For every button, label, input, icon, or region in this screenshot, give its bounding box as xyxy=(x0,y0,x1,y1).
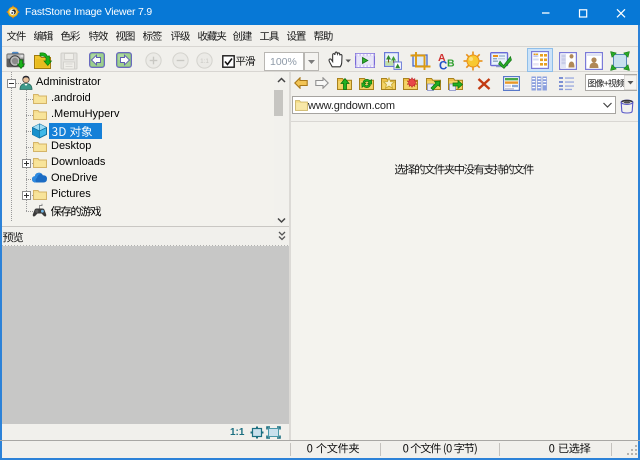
svg-text:B: B xyxy=(447,58,455,70)
svg-text:1:1: 1:1 xyxy=(200,58,209,65)
